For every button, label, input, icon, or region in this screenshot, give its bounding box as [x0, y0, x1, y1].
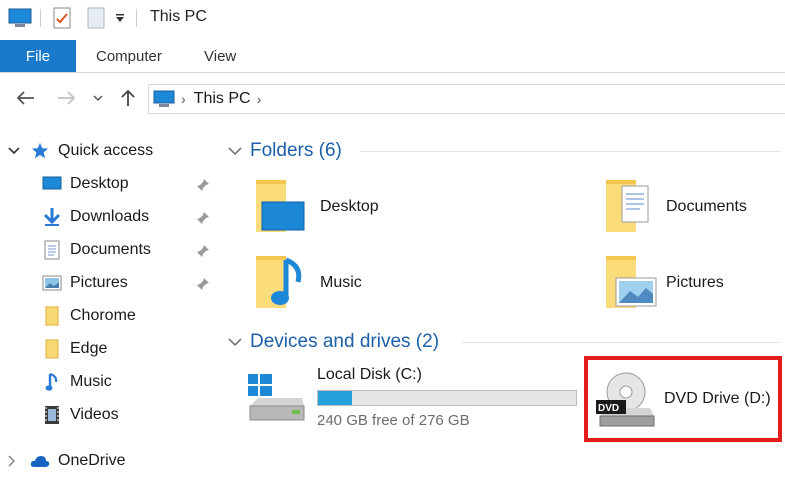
pin-icon[interactable] [196, 178, 210, 192]
sidebar-item-chorome[interactable]: Chorome [42, 302, 136, 330]
star-icon [30, 141, 50, 161]
drive-usage-fill [318, 391, 352, 405]
pictures-icon [42, 273, 62, 293]
expand-chevron-icon[interactable] [8, 147, 24, 155]
breadcrumb-this-pc[interactable]: This PC [194, 90, 251, 108]
download-arrow-icon [42, 207, 62, 227]
folder-icon [42, 339, 62, 359]
drive-label: Local Disk (C:) [317, 366, 422, 383]
properties-icon[interactable] [52, 7, 72, 29]
sidebar-item-label: Desktop [70, 175, 129, 192]
pin-icon[interactable] [196, 277, 210, 291]
breadcrumb-separator-icon[interactable]: › [181, 91, 186, 107]
sidebar-item-label: Quick access [58, 142, 154, 159]
new-folder-icon[interactable] [86, 7, 106, 29]
customize-toolbar-dropdown-icon[interactable] [114, 7, 126, 29]
sidebar-item-music[interactable]: Music [42, 368, 112, 396]
sidebar-item-label: Documents [70, 241, 151, 258]
hard-drive-windows-icon [244, 372, 308, 428]
folder-label: Pictures [666, 274, 724, 291]
videos-icon [42, 405, 62, 425]
computer-icon[interactable] [8, 7, 32, 29]
collapse-chevron-icon[interactable] [8, 455, 24, 467]
ribbon: File Computer View [0, 40, 785, 73]
desktop-icon [42, 174, 62, 194]
navigation-pane: Quick access Desktop Downloads Documents… [0, 132, 222, 478]
sidebar-quick-access[interactable]: Quick access [8, 137, 153, 165]
music-folder-icon [252, 252, 308, 312]
tab-computer[interactable]: Computer [96, 40, 162, 72]
pin-icon[interactable] [196, 244, 210, 258]
address-bar[interactable]: › This PC › [148, 84, 785, 114]
breadcrumb-chevron-icon[interactable]: › [257, 91, 262, 107]
folder-music[interactable]: Music [252, 252, 572, 318]
sidebar-item-label: Videos [70, 406, 119, 423]
folders-group-header[interactable]: Folders (6) [228, 136, 342, 166]
sidebar-item-desktop[interactable]: Desktop [42, 170, 129, 198]
title-bar: This PC [0, 0, 785, 36]
group-collapse-chevron-icon[interactable] [228, 140, 244, 162]
folders-heading: Folders (6) [250, 140, 342, 161]
pin-icon[interactable] [196, 211, 210, 225]
devices-heading: Devices and drives (2) [250, 331, 440, 352]
toolbar-separator [40, 9, 41, 27]
drive-usage-bar [317, 390, 577, 406]
recent-locations-chevron-icon[interactable] [86, 86, 110, 110]
up-arrow-icon[interactable] [116, 86, 140, 110]
forward-arrow-icon[interactable] [54, 86, 78, 110]
sidebar-item-edge[interactable]: Edge [42, 335, 107, 363]
sidebar-item-documents[interactable]: Documents [42, 236, 151, 264]
documents-folder-icon [602, 176, 658, 236]
sidebar-item-label: Downloads [70, 208, 150, 225]
folder-desktop[interactable]: Desktop [252, 176, 572, 242]
folder-label: Documents [666, 198, 747, 215]
desktop-folder-icon [252, 176, 308, 236]
sidebar-item-pictures[interactable]: Pictures [42, 269, 128, 297]
sidebar-item-label: Pictures [70, 274, 128, 291]
address-row: › This PC › [0, 80, 785, 116]
folder-icon [42, 306, 62, 326]
sidebar-item-label: Chorome [70, 307, 136, 324]
window-title: This PC [150, 8, 207, 25]
group-collapse-chevron-icon[interactable] [228, 331, 244, 353]
highlight-box [584, 356, 782, 442]
folder-label: Desktop [320, 198, 379, 215]
sidebar-item-videos[interactable]: Videos [42, 401, 119, 429]
sidebar-onedrive[interactable]: OneDrive [8, 447, 126, 475]
folder-pictures[interactable]: Pictures [602, 252, 782, 318]
sidebar-item-downloads[interactable]: Downloads [42, 203, 149, 231]
sidebar-item-label: OneDrive [58, 452, 126, 469]
pictures-folder-icon [602, 252, 658, 312]
tab-file[interactable]: File [0, 40, 76, 72]
sidebar-item-label: Music [70, 373, 112, 390]
group-divider [360, 151, 780, 152]
content-pane: Folders (6) Desktop Documents Music Pict… [222, 132, 785, 478]
this-pc-icon [153, 90, 175, 108]
cloud-icon [30, 451, 50, 471]
folder-documents[interactable]: Documents [602, 176, 782, 242]
toolbar-separator [136, 9, 137, 27]
drive-free-space: 240 GB free of 276 GB [317, 412, 470, 429]
documents-icon [42, 240, 62, 260]
back-arrow-icon[interactable] [14, 86, 38, 110]
folder-label: Music [320, 274, 362, 291]
group-divider [462, 342, 780, 343]
sidebar-item-label: Edge [70, 340, 108, 357]
music-note-icon [42, 372, 62, 392]
devices-group-header[interactable]: Devices and drives (2) [228, 327, 439, 357]
tab-view[interactable]: View [204, 40, 236, 72]
